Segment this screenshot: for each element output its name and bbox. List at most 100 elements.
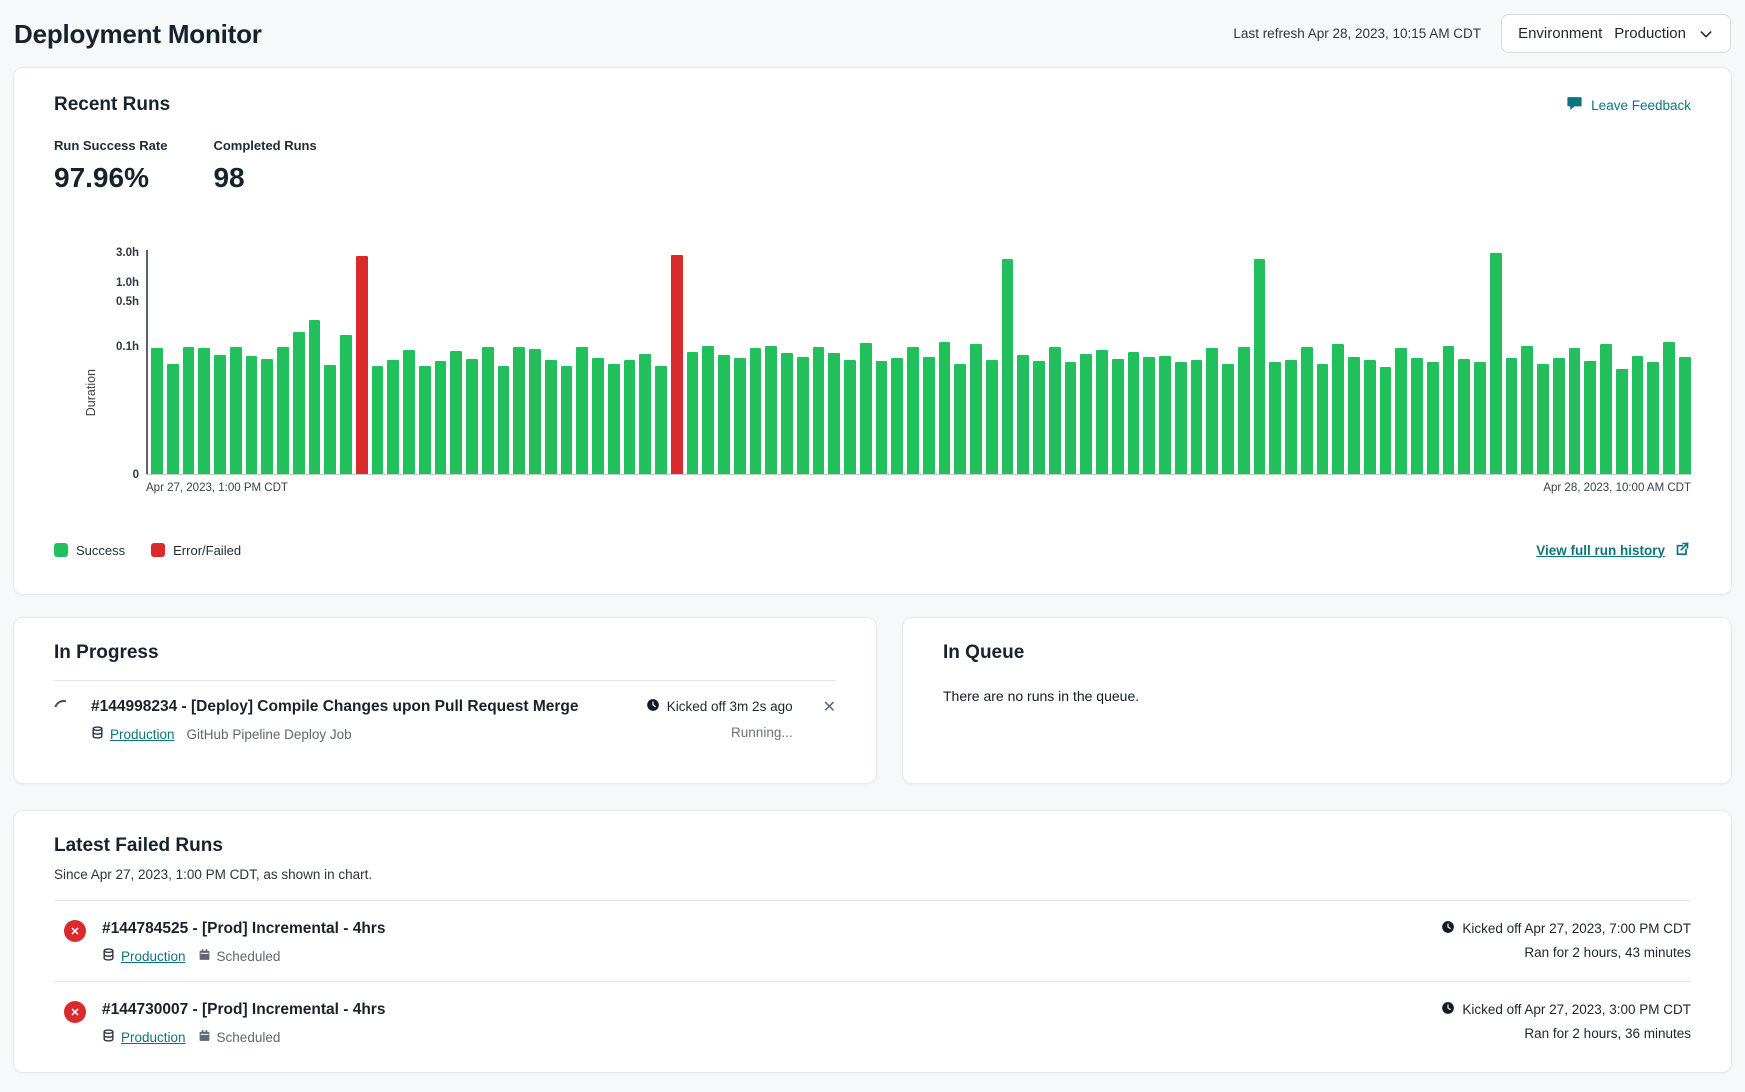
chart-bar-success[interactable] xyxy=(1002,259,1014,475)
chart-bar-success[interactable] xyxy=(324,365,336,475)
chart-bar-success[interactable] xyxy=(183,347,195,475)
chart-bar-success[interactable] xyxy=(230,347,242,475)
chart-bar-success[interactable] xyxy=(891,358,903,475)
chart-bar-success[interactable] xyxy=(498,366,510,475)
chart-bar-success[interactable] xyxy=(576,347,588,475)
chart-bar-success[interactable] xyxy=(1458,359,1470,475)
chart-bar-success[interactable] xyxy=(923,357,935,475)
chart-bar-success[interactable] xyxy=(1584,361,1596,475)
chart-bar-success[interactable] xyxy=(1065,362,1077,475)
chart-bar-success[interactable] xyxy=(1175,362,1187,475)
chart-bar-success[interactable] xyxy=(860,343,872,475)
chart-bar-success[interactable] xyxy=(970,344,982,475)
chart-bar-success[interactable] xyxy=(1490,253,1502,476)
chart-bar-success[interactable] xyxy=(1080,354,1092,475)
chart-bar-success[interactable] xyxy=(1427,362,1439,475)
chart-bar-success[interactable] xyxy=(1443,346,1455,475)
chart-bar-success[interactable] xyxy=(1049,347,1061,475)
chart-bar-success[interactable] xyxy=(435,361,447,475)
chart-bar-success[interactable] xyxy=(1616,369,1628,475)
chart-bar-success[interactable] xyxy=(1033,361,1045,475)
chart-bar-success[interactable] xyxy=(1521,346,1533,475)
chart-bar-success[interactable] xyxy=(844,360,856,475)
chart-bar-failed[interactable] xyxy=(671,255,683,475)
chart-bar-success[interactable] xyxy=(1301,347,1313,475)
chart-bar-success[interactable] xyxy=(1143,357,1155,475)
chart-bar-success[interactable] xyxy=(419,366,431,475)
environment-link[interactable]: Production xyxy=(102,1029,186,1045)
chart-bar-success[interactable] xyxy=(513,347,525,475)
chart-bar-success[interactable] xyxy=(781,353,793,475)
chart-bar-success[interactable] xyxy=(309,320,321,475)
chart-bar-success[interactable] xyxy=(828,353,840,475)
leave-feedback-button[interactable]: Leave Feedback xyxy=(1566,95,1691,115)
chart-bar-success[interactable] xyxy=(765,346,777,475)
close-icon[interactable]: ✕ xyxy=(823,698,836,717)
chart-bar-success[interactable] xyxy=(1096,350,1108,475)
view-full-run-history-link[interactable]: View full run history xyxy=(1536,540,1691,560)
chart-bar-success[interactable] xyxy=(1222,364,1234,475)
chart-bar-success[interactable] xyxy=(1474,362,1486,475)
chart-bar-success[interactable] xyxy=(1128,352,1140,476)
environment-dropdown[interactable]: Environment Production xyxy=(1501,14,1731,53)
chart-bar-success[interactable] xyxy=(907,347,919,475)
chart-bar-success[interactable] xyxy=(718,355,730,475)
chart-bar-success[interactable] xyxy=(592,358,604,475)
chart-bar-success[interactable] xyxy=(214,355,226,475)
chart-bar-success[interactable] xyxy=(151,348,163,475)
chart-bar-success[interactable] xyxy=(1632,356,1644,475)
chart-bar-success[interactable] xyxy=(340,335,352,475)
chart-bar-success[interactable] xyxy=(1663,342,1675,475)
chart-bar-success[interactable] xyxy=(561,366,573,475)
chart-bar-success[interactable] xyxy=(1159,356,1171,475)
chart-bar-success[interactable] xyxy=(293,332,305,475)
chart-bar-success[interactable] xyxy=(1348,357,1360,475)
chart-bar-success[interactable] xyxy=(466,359,478,476)
chart-bar-success[interactable] xyxy=(1017,355,1029,475)
chart-bar-success[interactable] xyxy=(750,348,762,475)
chart-bar-success[interactable] xyxy=(954,364,966,475)
chart-bar-success[interactable] xyxy=(734,358,746,475)
chart-bar-success[interactable] xyxy=(277,347,289,475)
chart-bar-success[interactable] xyxy=(1238,347,1250,475)
chart-bar-success[interactable] xyxy=(1537,364,1549,475)
chart-bar-success[interactable] xyxy=(1285,360,1297,475)
chart-bar-success[interactable] xyxy=(1112,359,1124,475)
chart-bar-success[interactable] xyxy=(529,349,541,475)
environment-link[interactable]: Production xyxy=(102,948,186,964)
chart-bar-success[interactable] xyxy=(482,347,494,475)
chart-bar-success[interactable] xyxy=(545,360,557,475)
chart-bar-success[interactable] xyxy=(1647,362,1659,475)
chart-bar-success[interactable] xyxy=(687,352,699,476)
chart-bar-success[interactable] xyxy=(167,364,179,475)
chart-bar-failed[interactable] xyxy=(356,256,368,475)
chart-bar-success[interactable] xyxy=(1380,367,1392,475)
chart-bar-success[interactable] xyxy=(702,346,714,475)
chart-bar-success[interactable] xyxy=(939,342,951,475)
chart-bar-success[interactable] xyxy=(813,347,825,475)
chart-bar-success[interactable] xyxy=(1553,358,1565,475)
chart-bar-success[interactable] xyxy=(450,351,462,475)
chart-bar-success[interactable] xyxy=(1317,364,1329,475)
chart-bar-success[interactable] xyxy=(876,361,888,475)
chart-bar-success[interactable] xyxy=(624,360,636,475)
chart-bar-success[interactable] xyxy=(261,359,273,475)
chart-bar-success[interactable] xyxy=(1206,348,1218,475)
chart-bar-success[interactable] xyxy=(198,348,210,475)
chart-bar-success[interactable] xyxy=(986,360,998,475)
chart-bar-success[interactable] xyxy=(1254,259,1266,475)
chart-bar-success[interactable] xyxy=(1395,348,1407,475)
chart-bar-success[interactable] xyxy=(608,364,620,475)
chart-bar-success[interactable] xyxy=(1506,358,1518,475)
chart-bar-success[interactable] xyxy=(1269,362,1281,475)
chart-bar-success[interactable] xyxy=(1332,344,1344,475)
chart-bar-success[interactable] xyxy=(1679,357,1691,475)
chart-bar-success[interactable] xyxy=(1600,344,1612,475)
chart-bar-success[interactable] xyxy=(797,357,809,475)
chart-bar-success[interactable] xyxy=(1569,348,1581,475)
chart-bar-success[interactable] xyxy=(246,356,258,475)
chart-bar-success[interactable] xyxy=(639,354,651,475)
chart-bar-success[interactable] xyxy=(655,366,667,475)
chart-bar-success[interactable] xyxy=(1411,358,1423,475)
chart-bar-success[interactable] xyxy=(1191,360,1203,475)
